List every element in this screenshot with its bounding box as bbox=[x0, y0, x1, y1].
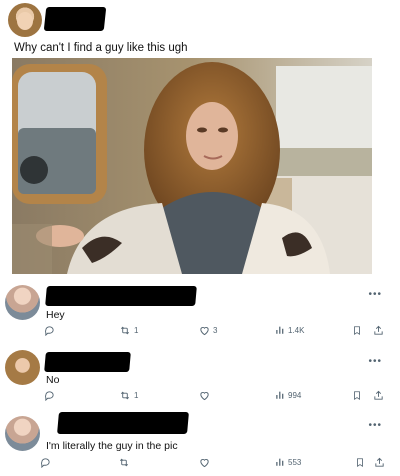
retweet-button[interactable]: 1 bbox=[119, 390, 138, 401]
like-button[interactable] bbox=[199, 457, 213, 468]
like-icon bbox=[200, 326, 209, 336]
bookmark-icon bbox=[354, 391, 360, 401]
retweet-icon bbox=[121, 326, 129, 335]
bookmark-button[interactable] bbox=[355, 457, 365, 468]
share-button[interactable] bbox=[373, 390, 384, 401]
views-icon bbox=[276, 458, 284, 466]
reply-icon bbox=[41, 458, 50, 468]
like-count: 3 bbox=[213, 326, 218, 335]
share-icon bbox=[374, 390, 383, 400]
reply-button[interactable] bbox=[44, 390, 58, 401]
bookmark-button[interactable] bbox=[352, 325, 362, 336]
redacted-username bbox=[44, 352, 131, 372]
avatar[interactable] bbox=[5, 416, 40, 451]
share-button[interactable] bbox=[374, 457, 385, 468]
share-icon bbox=[374, 325, 383, 335]
action-bar: 1 3 1.4K bbox=[0, 325, 400, 341]
like-icon bbox=[200, 458, 209, 468]
retweet-icon bbox=[120, 458, 128, 467]
views-button[interactable]: 994 bbox=[275, 390, 301, 400]
bookmark-icon bbox=[354, 326, 360, 336]
reply-button[interactable] bbox=[40, 457, 54, 468]
bookmark-button[interactable] bbox=[352, 390, 362, 401]
share-button[interactable] bbox=[373, 325, 384, 336]
more-icon[interactable]: ••• bbox=[368, 356, 382, 367]
reply-text: No bbox=[46, 374, 60, 386]
views-button[interactable]: 553 bbox=[275, 457, 301, 467]
like-button[interactable]: 3 bbox=[199, 325, 217, 336]
retweet-icon bbox=[121, 391, 129, 400]
reply-text: I'm literally the guy in the pic bbox=[46, 440, 178, 452]
more-icon[interactable]: ••• bbox=[368, 420, 382, 431]
action-bar: 553 bbox=[0, 457, 400, 473]
views-button[interactable]: 1.4K bbox=[275, 325, 304, 335]
retweet-button[interactable] bbox=[118, 457, 133, 468]
retweet-count: 1 bbox=[134, 391, 139, 400]
redacted-username bbox=[57, 412, 189, 434]
reply-text: Hey bbox=[46, 309, 65, 321]
reply-icon bbox=[45, 391, 54, 401]
like-button[interactable] bbox=[199, 390, 213, 401]
views-icon bbox=[276, 391, 284, 399]
bookmark-icon bbox=[357, 458, 363, 468]
views-count: 553 bbox=[288, 457, 302, 467]
avatar[interactable] bbox=[5, 285, 40, 320]
redacted-username bbox=[43, 7, 107, 31]
views-count: 994 bbox=[288, 390, 302, 400]
avatar[interactable] bbox=[5, 350, 40, 385]
views-icon bbox=[276, 326, 284, 334]
reply-button[interactable] bbox=[44, 325, 58, 336]
original-poster-avatar[interactable] bbox=[8, 3, 42, 37]
like-icon bbox=[200, 391, 209, 401]
action-bar: 1 994 bbox=[0, 390, 400, 406]
redacted-username bbox=[45, 286, 197, 306]
reply-icon bbox=[45, 326, 54, 336]
post-image[interactable] bbox=[12, 58, 372, 274]
share-icon bbox=[375, 457, 384, 467]
retweet-button[interactable]: 1 bbox=[119, 325, 138, 336]
more-icon[interactable]: ••• bbox=[368, 289, 382, 300]
retweet-count: 1 bbox=[134, 326, 139, 335]
post-caption: Why can't I find a guy like this ugh bbox=[14, 42, 188, 54]
views-count: 1.4K bbox=[288, 325, 305, 335]
